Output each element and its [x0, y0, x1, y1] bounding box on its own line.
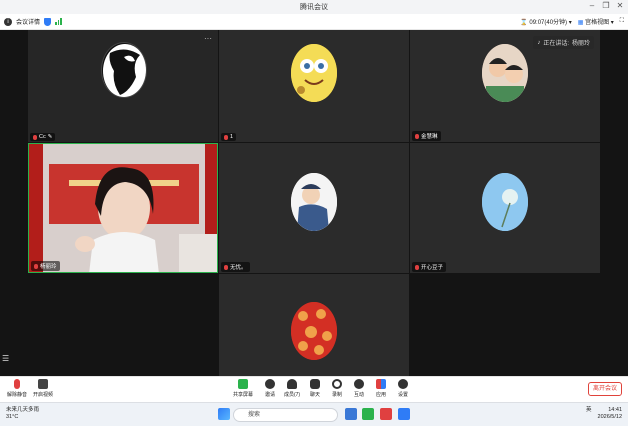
record-icon	[332, 379, 342, 389]
reactions-icon	[354, 379, 364, 389]
participant-tile-yangliling[interactable]: 杨丽玲	[28, 143, 218, 273]
avatar	[482, 44, 528, 102]
avatar	[291, 173, 337, 231]
meeting-timer[interactable]: ⌛ 09:07(40分钟) ▾	[520, 17, 572, 26]
clock[interactable]: 14:41 2026/5/12	[598, 407, 622, 421]
tencent-meeting-icon[interactable]	[398, 408, 410, 420]
settings-label: 设置	[397, 392, 408, 398]
members-icon	[287, 379, 297, 389]
fullscreen-icon[interactable]: ⛶	[620, 18, 624, 25]
share-screen-button[interactable]: 共享屏幕	[230, 379, 256, 398]
avatar	[291, 44, 337, 102]
unmute-label: 解除静音	[6, 392, 27, 398]
meeting-info-bar: i 会议详情 ⌛ 09:07(40分钟) ▾ ▦ 宫格视图 ▾ ⛶	[0, 14, 628, 30]
timer-text: 09:07(40分钟)	[529, 20, 568, 26]
participant-label: 1	[221, 133, 237, 141]
clock-time: 14:41	[608, 407, 622, 413]
wechat-icon[interactable]	[362, 408, 374, 420]
edge-icon[interactable]	[345, 408, 357, 420]
weather-widget[interactable]: 未来几天多雨 31°C	[6, 407, 39, 421]
members-label: 成员(7)	[283, 392, 301, 398]
start-video-button[interactable]: 开启视频	[30, 379, 56, 398]
leave-meeting-button[interactable]: 离开会议	[588, 382, 622, 396]
mic-muted-icon	[224, 134, 228, 140]
participant-label: 无忧。	[221, 262, 250, 272]
settings-button[interactable]: 设置	[390, 379, 416, 398]
share-screen-icon	[238, 379, 248, 389]
speaking-indicator: ♪ 正在讲话: 杨丽玲	[533, 36, 594, 49]
mic-muted-icon	[33, 134, 37, 140]
grid-icon: ▦	[577, 20, 584, 26]
expand-sidebar-icon[interactable]: ☰	[2, 354, 12, 364]
window-title: 腾讯会议	[300, 4, 328, 11]
mic-muted-icon	[224, 264, 228, 270]
meeting-toolbar: 解除静音 开启视频 共享屏幕 邀请 成员(7) 聊天 录制 互动 应用 设置 离…	[0, 376, 628, 402]
shield-icon[interactable]	[44, 17, 52, 26]
participant-tile-1[interactable]: 1	[219, 30, 409, 142]
invite-icon	[265, 379, 275, 389]
participant-name: 1	[230, 134, 234, 140]
os-taskbar: 未来几天多雨 31°C 搜索 英 14:41 2026/5/12	[0, 402, 628, 426]
participant-tile-7[interactable]	[219, 274, 409, 376]
participant-name: 杨丽玲	[40, 264, 57, 270]
window-titlebar: 腾讯会议 – ❐ ✕	[0, 0, 628, 14]
minimize-button[interactable]: –	[586, 1, 598, 10]
ime-indicator[interactable]: 英	[586, 407, 592, 421]
participant-tile-cc[interactable]: ··· Cc ✎	[28, 30, 218, 142]
participant-tile-wuyou[interactable]: 无忧。	[219, 143, 409, 273]
speaking-name: 杨丽玲	[571, 41, 590, 47]
avatar	[291, 302, 337, 360]
mic-muted-icon	[415, 264, 419, 270]
weather-temperature: 31°C	[6, 414, 19, 420]
taskbar-search[interactable]: 搜索	[233, 408, 338, 422]
more-options-icon[interactable]: ···	[204, 34, 212, 43]
meeting-details-link[interactable]: 会议详情	[16, 17, 40, 26]
participant-label: Cc ✎	[30, 133, 56, 141]
wps-icon[interactable]	[380, 408, 392, 420]
speaking-label: 正在讲话:	[543, 41, 569, 47]
info-icon[interactable]: i	[4, 17, 12, 26]
apps-label: 应用	[375, 392, 386, 398]
camera-off-icon	[38, 379, 48, 389]
weather-title: 未来几天多雨	[6, 407, 40, 413]
participant-tile-jinhuilin[interactable]: ♪ 正在讲话: 杨丽玲 金慧琳	[410, 30, 600, 142]
chat-icon	[310, 379, 320, 389]
apps-icon	[376, 379, 386, 389]
chat-label: 聊天	[309, 392, 320, 398]
hourglass-icon: ⌛	[520, 20, 528, 26]
clock-date: 2026/5/12	[597, 414, 622, 420]
participant-name: 无忧。	[230, 265, 247, 271]
avatar	[482, 173, 528, 231]
share-screen-label: 共享屏幕	[232, 392, 253, 398]
participant-name: Cc	[39, 134, 46, 140]
restore-button[interactable]: ❐	[600, 1, 612, 10]
system-tray: 英 14:41 2026/5/12	[586, 407, 622, 421]
edit-icon[interactable]: ✎	[48, 134, 53, 140]
mic-muted-icon	[34, 263, 38, 269]
view-mode-label: 宫格视图	[585, 20, 610, 26]
participant-label: 开心豆子	[412, 262, 447, 272]
close-button[interactable]: ✕	[614, 1, 626, 10]
start-video-label: 开启视频	[32, 392, 53, 398]
start-icon[interactable]	[218, 408, 230, 420]
speaking-icon: ♪	[537, 39, 541, 46]
mic-muted-icon	[415, 133, 419, 139]
record-label: 录制	[331, 392, 342, 398]
camera-video	[29, 144, 217, 272]
mic-muted-icon	[14, 379, 20, 389]
participant-name: 开心豆子	[421, 265, 444, 271]
gear-icon	[398, 379, 408, 389]
reactions-label: 互动	[353, 392, 364, 398]
search-label: 搜索	[248, 412, 261, 418]
participant-name: 金慧琳	[421, 134, 438, 140]
participant-label: 杨丽玲	[31, 261, 60, 271]
avatar	[101, 42, 147, 98]
signal-icon[interactable]	[55, 18, 62, 25]
participant-tile-kaixindouzi[interactable]: 开心豆子	[410, 143, 600, 273]
invite-label: 邀请	[264, 392, 275, 398]
participant-label: 金慧琳	[412, 131, 441, 141]
view-mode-button[interactable]: ▦ 宫格视图 ▾	[578, 17, 614, 26]
unmute-button[interactable]: 解除静音	[4, 379, 30, 398]
video-grid: ··· Cc ✎ 1 ♪ 正在讲话: 杨丽玲 金慧琳 杨丽玲 无忧。 开心豆子 …	[0, 30, 628, 376]
